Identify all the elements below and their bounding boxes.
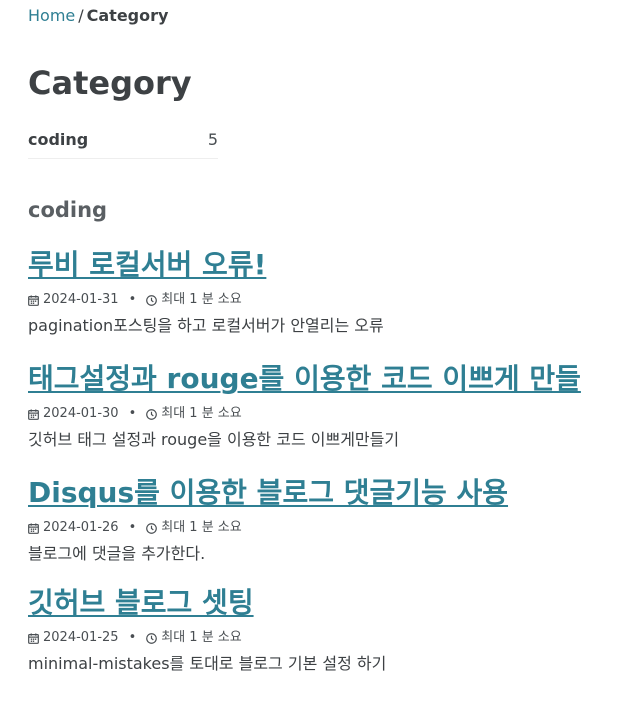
- taxonomy-count: 5: [207, 130, 218, 149]
- post-excerpt: 블로그에 댓글을 추가한다.: [28, 544, 206, 563]
- post-title-link[interactable]: 태그설정과 rouge를 이용한 코드 이쁘게 만들: [28, 360, 610, 398]
- breadcrumb-home-link[interactable]: Home: [28, 6, 75, 25]
- calendar-icon: [28, 294, 39, 306]
- meta-separator: •: [128, 630, 137, 645]
- post-title-link[interactable]: 루비 로컬서버 오류!: [28, 246, 610, 284]
- post-read-time: 최대 1 분 소요: [161, 406, 242, 421]
- post-read-time: 최대 1 분 소요: [161, 292, 242, 307]
- meta-separator: •: [128, 406, 137, 421]
- page-title: Category: [28, 64, 192, 102]
- breadcrumb: Home / Category: [28, 6, 168, 26]
- post-date: 2024-01-31: [43, 292, 119, 307]
- post-read-time: 최대 1 분 소요: [161, 520, 242, 535]
- clock-icon: [146, 294, 158, 306]
- breadcrumb-current: Category: [86, 6, 169, 25]
- post-title-link[interactable]: Disqus를 이용한 블로그 댓글기능 사용: [28, 474, 610, 512]
- post-meta: 2024-01-26 • 최대 1 분 소요: [28, 519, 610, 537]
- post-excerpt: minimal-mistakes를 토대로 블로그 기본 설정 하기: [28, 654, 387, 673]
- post-item: Disqus를 이용한 블로그 댓글기능 사용 2024-01-26 • 최대 …: [28, 474, 610, 581]
- calendar-icon: [28, 522, 39, 534]
- post-excerpt: pagination포스팅을 하고 로컬서버가 안열리는 오류: [28, 316, 384, 335]
- post-read-time: 최대 1 분 소요: [161, 630, 242, 645]
- post-title-link[interactable]: 깃허브 블로그 셋팅: [28, 584, 610, 622]
- post-meta: 2024-01-30 • 최대 1 분 소요: [28, 405, 610, 423]
- meta-separator: •: [128, 292, 137, 307]
- clock-icon: [146, 408, 158, 420]
- breadcrumb-separator: /: [78, 6, 84, 25]
- post-date: 2024-01-25: [43, 630, 119, 645]
- clock-icon: [146, 522, 158, 534]
- calendar-icon: [28, 632, 39, 644]
- section-title: coding: [28, 198, 108, 222]
- post-meta: 2024-01-25 • 최대 1 분 소요: [28, 629, 610, 647]
- calendar-icon: [28, 408, 39, 420]
- post-item: 태그설정과 rouge를 이용한 코드 이쁘게 만들 2024-01-30 • …: [28, 360, 610, 467]
- post-item: 루비 로컬서버 오류! 2024-01-31 • 최대 1 분 소요 pagin…: [28, 246, 610, 353]
- post-excerpt: 깃허브 태그 설정과 rouge을 이용한 코드 이쁘게만들기: [28, 430, 400, 449]
- post-date: 2024-01-26: [43, 520, 119, 535]
- clock-icon: [146, 632, 158, 644]
- meta-separator: •: [128, 520, 137, 535]
- post-item: 깃허브 블로그 셋팅 2024-01-25 • 최대 1 분 소요 minima…: [28, 584, 610, 691]
- post-date: 2024-01-30: [43, 406, 119, 421]
- taxonomy-item-coding[interactable]: coding 5: [28, 128, 218, 159]
- post-meta: 2024-01-31 • 최대 1 분 소요: [28, 291, 610, 309]
- taxonomy-label[interactable]: coding: [28, 128, 88, 152]
